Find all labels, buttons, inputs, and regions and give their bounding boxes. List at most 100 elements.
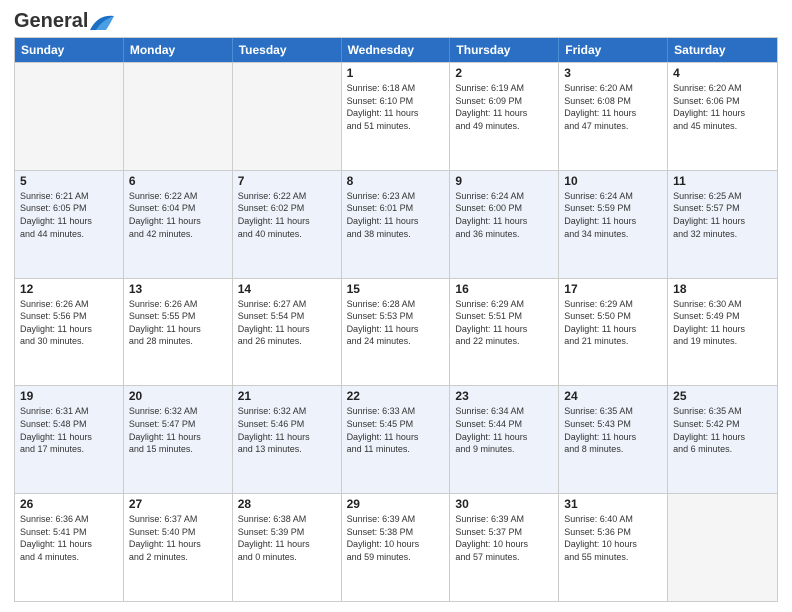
- cell-day-number: 10: [564, 174, 662, 188]
- cell-info: Sunrise: 6:22 AMSunset: 6:02 PMDaylight:…: [238, 190, 336, 240]
- cell-info: Sunrise: 6:23 AMSunset: 6:01 PMDaylight:…: [347, 190, 445, 240]
- calendar: SundayMondayTuesdayWednesdayThursdayFrid…: [14, 37, 778, 602]
- calendar-cell-28: 28 Sunrise: 6:38 AMSunset: 5:39 PMDayligh…: [233, 494, 342, 601]
- calendar-cell-2: 2 Sunrise: 6:19 AMSunset: 6:09 PMDaylight…: [450, 63, 559, 170]
- calendar-cell-19: 19 Sunrise: 6:31 AMSunset: 5:48 PMDayligh…: [15, 386, 124, 493]
- calendar-cell-15: 15 Sunrise: 6:28 AMSunset: 5:53 PMDayligh…: [342, 279, 451, 386]
- calendar-cell-17: 17 Sunrise: 6:29 AMSunset: 5:50 PMDayligh…: [559, 279, 668, 386]
- logo-general: General: [14, 10, 88, 33]
- cell-info: Sunrise: 6:40 AMSunset: 5:36 PMDaylight:…: [564, 513, 662, 563]
- cell-day-number: 15: [347, 282, 445, 296]
- day-header-saturday: Saturday: [668, 38, 777, 62]
- day-header-monday: Monday: [124, 38, 233, 62]
- cell-day-number: 29: [347, 497, 445, 511]
- calendar-body: 1Sunrise: 6:18 AMSunset: 6:10 PMDaylight…: [15, 62, 777, 601]
- cell-info: Sunrise: 6:20 AMSunset: 6:08 PMDaylight:…: [564, 82, 662, 132]
- cell-info: Sunrise: 6:27 AMSunset: 5:54 PMDaylight:…: [238, 298, 336, 348]
- cell-day-number: 5: [20, 174, 118, 188]
- calendar-cell-10: 10Sunrise: 6:24 AMSunset: 5:59 PMDayligh…: [559, 171, 668, 278]
- calendar-cell-13: 13 Sunrise: 6:26 AMSunset: 5:55 PMDayligh…: [124, 279, 233, 386]
- cell-day-number: 3: [564, 66, 662, 80]
- day-header-sunday: Sunday: [15, 38, 124, 62]
- cell-day-number: 2: [455, 66, 553, 80]
- day-header-tuesday: Tuesday: [233, 38, 342, 62]
- calendar-cell-8: 8 Sunrise: 6:23 AMSunset: 6:01 PMDaylight…: [342, 171, 451, 278]
- cell-day-number: 30: [455, 497, 553, 511]
- cell-day-number: 8: [347, 174, 445, 188]
- cell-info: Sunrise: 6:39 AMSunset: 5:38 PMDaylight:…: [347, 513, 445, 563]
- cell-info: Sunrise: 6:31 AMSunset: 5:48 PMDaylight:…: [20, 405, 118, 455]
- logo-wing-icon: [88, 12, 116, 32]
- cell-info: Sunrise: 6:29 AMSunset: 5:51 PMDaylight:…: [455, 298, 553, 348]
- cell-day-number: 4: [673, 66, 772, 80]
- cell-day-number: 25: [673, 389, 772, 403]
- cell-day-number: 21: [238, 389, 336, 403]
- cell-info: Sunrise: 6:33 AMSunset: 5:45 PMDaylight:…: [347, 405, 445, 455]
- calendar-cell-18: 18Sunrise: 6:30 AMSunset: 5:49 PMDayligh…: [668, 279, 777, 386]
- cell-info: Sunrise: 6:29 AMSunset: 5:50 PMDaylight:…: [564, 298, 662, 348]
- calendar-row-3: 12 Sunrise: 6:26 AMSunset: 5:56 PMDayligh…: [15, 278, 777, 386]
- calendar-cell-31: 31 Sunrise: 6:40 AMSunset: 5:36 PMDayligh…: [559, 494, 668, 601]
- cell-day-number: 19: [20, 389, 118, 403]
- cell-info: Sunrise: 6:32 AMSunset: 5:47 PMDaylight:…: [129, 405, 227, 455]
- cell-day-number: 28: [238, 497, 336, 511]
- logo: General: [14, 10, 116, 29]
- cell-day-number: 7: [238, 174, 336, 188]
- calendar-cell-empty: [15, 63, 124, 170]
- cell-info: Sunrise: 6:36 AMSunset: 5:41 PMDaylight:…: [20, 513, 118, 563]
- calendar-cell-14: 14 Sunrise: 6:27 AMSunset: 5:54 PMDayligh…: [233, 279, 342, 386]
- calendar-cell-3: 3 Sunrise: 6:20 AMSunset: 6:08 PMDaylight…: [559, 63, 668, 170]
- calendar-cell-empty: [124, 63, 233, 170]
- cell-day-number: 9: [455, 174, 553, 188]
- cell-day-number: 14: [238, 282, 336, 296]
- cell-day-number: 27: [129, 497, 227, 511]
- cell-day-number: 17: [564, 282, 662, 296]
- calendar-row-1: 1Sunrise: 6:18 AMSunset: 6:10 PMDaylight…: [15, 62, 777, 170]
- calendar-cell-4: 4Sunrise: 6:20 AMSunset: 6:06 PMDaylight…: [668, 63, 777, 170]
- calendar-cell-9: 9 Sunrise: 6:24 AMSunset: 6:00 PMDaylight…: [450, 171, 559, 278]
- cell-info: Sunrise: 6:35 AMSunset: 5:42 PMDaylight:…: [673, 405, 772, 455]
- calendar-cell-24: 24 Sunrise: 6:35 AMSunset: 5:43 PMDayligh…: [559, 386, 668, 493]
- cell-info: Sunrise: 6:25 AMSunset: 5:57 PMDaylight:…: [673, 190, 772, 240]
- calendar-cell-30: 30 Sunrise: 6:39 AMSunset: 5:37 PMDayligh…: [450, 494, 559, 601]
- calendar-cell-7: 7 Sunrise: 6:22 AMSunset: 6:02 PMDaylight…: [233, 171, 342, 278]
- cell-day-number: 18: [673, 282, 772, 296]
- cell-day-number: 31: [564, 497, 662, 511]
- calendar-cell-16: 16 Sunrise: 6:29 AMSunset: 5:51 PMDayligh…: [450, 279, 559, 386]
- day-header-friday: Friday: [559, 38, 668, 62]
- cell-day-number: 16: [455, 282, 553, 296]
- calendar-cell-26: 26 Sunrise: 6:36 AMSunset: 5:41 PMDayligh…: [15, 494, 124, 601]
- calendar-cell-21: 21 Sunrise: 6:32 AMSunset: 5:46 PMDayligh…: [233, 386, 342, 493]
- calendar-row-5: 26 Sunrise: 6:36 AMSunset: 5:41 PMDayligh…: [15, 493, 777, 601]
- cell-day-number: 26: [20, 497, 118, 511]
- calendar-row-2: 5 Sunrise: 6:21 AMSunset: 6:05 PMDaylight…: [15, 170, 777, 278]
- cell-info: Sunrise: 6:38 AMSunset: 5:39 PMDaylight:…: [238, 513, 336, 563]
- cell-info: Sunrise: 6:34 AMSunset: 5:44 PMDaylight:…: [455, 405, 553, 455]
- cell-day-number: 23: [455, 389, 553, 403]
- cell-day-number: 12: [20, 282, 118, 296]
- cell-info: Sunrise: 6:26 AMSunset: 5:56 PMDaylight:…: [20, 298, 118, 348]
- calendar-cell-6: 6Sunrise: 6:22 AMSunset: 6:04 PMDaylight…: [124, 171, 233, 278]
- cell-info: Sunrise: 6:39 AMSunset: 5:37 PMDaylight:…: [455, 513, 553, 563]
- cell-day-number: 20: [129, 389, 227, 403]
- cell-info: Sunrise: 6:37 AMSunset: 5:40 PMDaylight:…: [129, 513, 227, 563]
- calendar-cell-12: 12 Sunrise: 6:26 AMSunset: 5:56 PMDayligh…: [15, 279, 124, 386]
- calendar-cell-5: 5 Sunrise: 6:21 AMSunset: 6:05 PMDaylight…: [15, 171, 124, 278]
- cell-info: Sunrise: 6:22 AMSunset: 6:04 PMDaylight:…: [129, 190, 227, 240]
- cell-day-number: 13: [129, 282, 227, 296]
- cell-info: Sunrise: 6:19 AMSunset: 6:09 PMDaylight:…: [455, 82, 553, 132]
- calendar-cell-1: 1Sunrise: 6:18 AMSunset: 6:10 PMDaylight…: [342, 63, 451, 170]
- header: General: [14, 10, 778, 29]
- cell-info: Sunrise: 6:21 AMSunset: 6:05 PMDaylight:…: [20, 190, 118, 240]
- cell-info: Sunrise: 6:28 AMSunset: 5:53 PMDaylight:…: [347, 298, 445, 348]
- calendar-cell-22: 22Sunrise: 6:33 AMSunset: 5:45 PMDayligh…: [342, 386, 451, 493]
- cell-day-number: 24: [564, 389, 662, 403]
- cell-info: Sunrise: 6:26 AMSunset: 5:55 PMDaylight:…: [129, 298, 227, 348]
- cell-info: Sunrise: 6:32 AMSunset: 5:46 PMDaylight:…: [238, 405, 336, 455]
- calendar-cell-27: 27 Sunrise: 6:37 AMSunset: 5:40 PMDayligh…: [124, 494, 233, 601]
- cell-info: Sunrise: 6:24 AMSunset: 6:00 PMDaylight:…: [455, 190, 553, 240]
- calendar-cell-11: 11Sunrise: 6:25 AMSunset: 5:57 PMDayligh…: [668, 171, 777, 278]
- calendar-cell-20: 20 Sunrise: 6:32 AMSunset: 5:47 PMDayligh…: [124, 386, 233, 493]
- cell-info: Sunrise: 6:35 AMSunset: 5:43 PMDaylight:…: [564, 405, 662, 455]
- cell-day-number: 1: [347, 66, 445, 80]
